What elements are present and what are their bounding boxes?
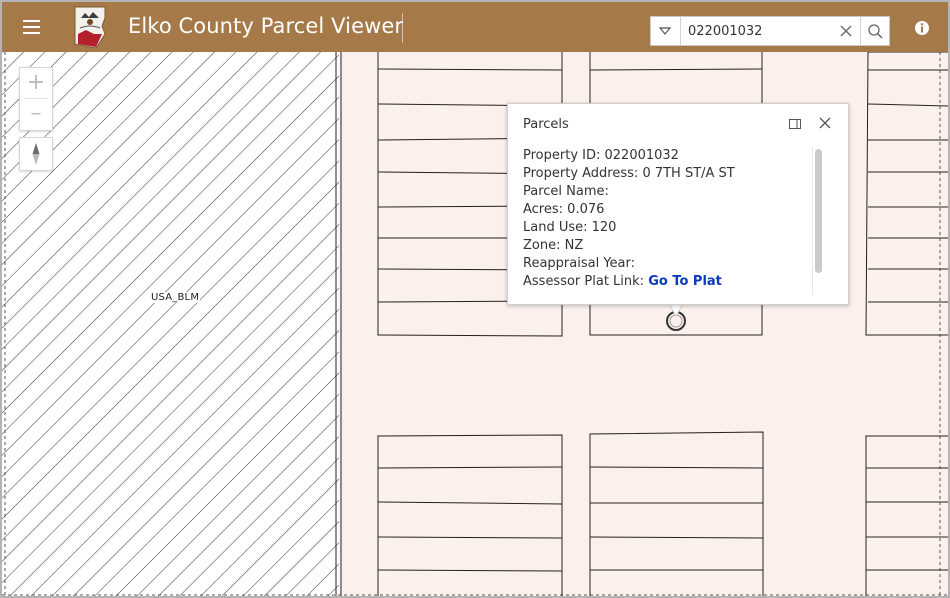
popup-attributes: Property ID: 022001032 Property Address:… bbox=[523, 147, 813, 291]
parcel-block-upper-far-right bbox=[865, 52, 948, 336]
blm-parcel-label: USA_BLM bbox=[150, 292, 201, 303]
close-icon[interactable] bbox=[817, 115, 833, 131]
popup-title: Parcels bbox=[523, 117, 569, 132]
search-input[interactable] bbox=[682, 18, 842, 44]
attribute-row: Land Use: 120 bbox=[523, 219, 813, 237]
attribute-value: 0.076 bbox=[567, 202, 605, 217]
attribute-label: Parcel Name: bbox=[523, 184, 609, 199]
parcel-popup: Parcels Property ID: 022001032 Property … bbox=[507, 103, 849, 305]
parcel-block-lower-right bbox=[589, 431, 764, 596]
parcel-block-lower-far-right bbox=[865, 435, 948, 596]
close-icon[interactable] bbox=[835, 17, 857, 45]
attribute-row: Property ID: 022001032 bbox=[523, 147, 813, 165]
dock-icon[interactable] bbox=[788, 116, 802, 130]
app-header: Elko County Parcel Viewer bbox=[2, 2, 948, 52]
zoom-controls: + – bbox=[19, 67, 53, 131]
attribute-value: 120 bbox=[591, 220, 617, 235]
compass-icon[interactable] bbox=[19, 137, 53, 171]
attribute-row: Assessor Plat Link: Go To Plat bbox=[523, 273, 813, 291]
attribute-label: Reappraisal Year: bbox=[523, 256, 635, 271]
attribute-label: Zone: bbox=[523, 238, 561, 253]
attribute-row: Property Address: 0 7TH ST/A ST bbox=[523, 165, 813, 183]
info-icon[interactable] bbox=[912, 18, 932, 38]
attribute-row: Zone: NZ bbox=[523, 237, 813, 255]
attribute-row: Parcel Name: bbox=[523, 183, 813, 201]
attribute-value: 022001032 bbox=[604, 148, 679, 163]
attribute-label: Acres: bbox=[523, 202, 564, 217]
attribute-label: Assessor Plat Link: bbox=[523, 274, 645, 289]
search-box bbox=[650, 16, 890, 46]
attribute-row: Acres: 0.076 bbox=[523, 201, 813, 219]
title-divider bbox=[402, 13, 403, 43]
hamburger-menu-icon[interactable] bbox=[16, 14, 46, 40]
blm-parcel bbox=[2, 52, 339, 596]
zoom-in-button[interactable]: + bbox=[20, 68, 52, 98]
search-source-dropdown[interactable] bbox=[651, 17, 681, 45]
county-logo bbox=[72, 4, 108, 50]
popup-scrollbar-thumb[interactable] bbox=[815, 149, 822, 273]
go-to-plat-link[interactable]: Go To Plat bbox=[648, 274, 722, 289]
attribute-label: Property ID: bbox=[523, 148, 601, 163]
attribute-label: Property Address: bbox=[523, 166, 639, 181]
zoom-out-button[interactable]: – bbox=[20, 99, 52, 129]
attribute-label: Land Use: bbox=[523, 220, 588, 235]
search-icon[interactable] bbox=[860, 17, 890, 45]
attribute-value: 0 7TH ST/A ST bbox=[642, 166, 735, 181]
app-title: Elko County Parcel Viewer bbox=[128, 14, 404, 38]
app-frame: Elko County Parcel Viewer 022001032 USA_… bbox=[0, 0, 950, 598]
chevron-down-icon bbox=[658, 27, 672, 35]
attribute-row: Reappraisal Year: bbox=[523, 255, 813, 273]
attribute-value: NZ bbox=[564, 238, 584, 253]
parcel-block-lower-left bbox=[377, 434, 563, 596]
